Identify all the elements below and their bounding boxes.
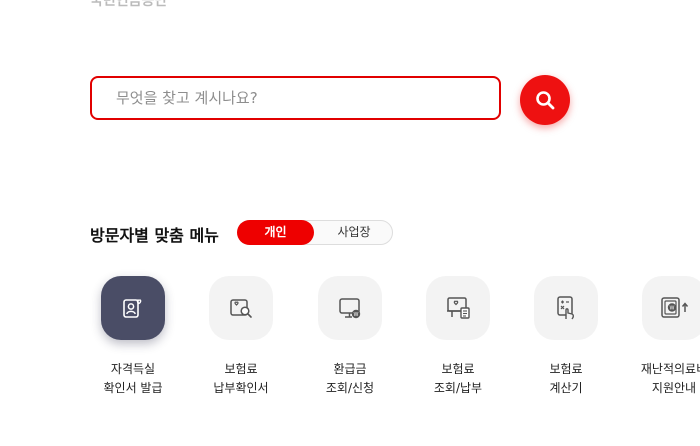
menu-item-premium-calculator[interactable]: 보험료 계산기 <box>511 276 621 398</box>
menu-item-label: 보험료 조회/납부 <box>433 362 483 395</box>
search-icon <box>536 91 555 110</box>
certificate-person-icon <box>123 299 142 318</box>
menu-icon-box <box>209 276 273 340</box>
menu-item-qualification-certificate[interactable]: 자격득실 확인서 발급 <box>78 276 188 398</box>
menu-item-label: 환급금 조회/신청 <box>325 362 375 395</box>
custom-menu-title: 방문자별 맞춤 메뉴 <box>90 226 219 245</box>
menu-item-label: 자격득실 확인서 발급 <box>103 362 163 395</box>
search-button[interactable] <box>520 75 570 125</box>
visitor-type-toggle: 개인 사업장 <box>237 220 393 245</box>
menu-item-label: 보험료 계산기 <box>549 362 583 395</box>
menu-item-refund[interactable]: W 환급금 조회/신청 <box>295 276 405 398</box>
menu-item-disaster-medical-support[interactable]: W 재난적의료비 지원안내 <box>619 276 700 398</box>
document-search-icon <box>230 299 252 318</box>
menu-icon-box <box>426 276 490 340</box>
svg-text:W: W <box>670 306 675 312</box>
svg-text:W: W <box>354 312 359 318</box>
menu-icon-box <box>101 276 165 340</box>
menu-item-label: 보험료 납부확인서 <box>213 362 269 395</box>
support-money-icon: W <box>661 297 689 318</box>
menu-icon-box <box>534 276 598 340</box>
calculator-hand-icon <box>557 296 574 320</box>
search-field[interactable] <box>90 76 501 120</box>
header-partial-title: 국민연금공단 <box>90 0 168 9</box>
toggle-personal[interactable]: 개인 <box>237 220 314 245</box>
monitor-refund-icon: W <box>339 298 361 319</box>
toggle-business[interactable]: 사업장 <box>316 220 392 245</box>
menu-icon-box: W <box>318 276 382 340</box>
menu-item-label: 재난적의료비 지원안내 <box>640 362 700 395</box>
menu-item-payment-confirmation[interactable]: 보험료 납부확인서 <box>186 276 296 398</box>
receipt-payment-icon <box>447 297 470 319</box>
menu-item-premium-inquiry[interactable]: 보험료 조회/납부 <box>403 276 513 398</box>
menu-icon-box: W <box>642 276 700 340</box>
search-input[interactable] <box>114 88 499 108</box>
